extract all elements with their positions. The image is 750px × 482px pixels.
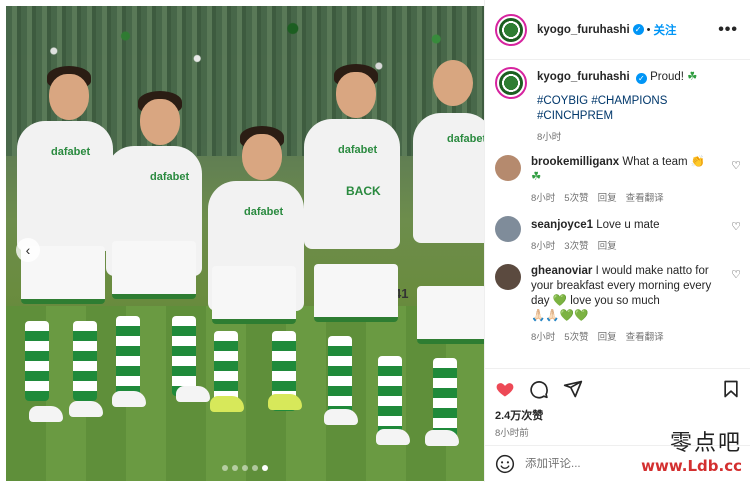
verified-badge-icon: ✓: [632, 24, 644, 35]
sponsor-text: dafabet: [447, 133, 484, 145]
comment-bubble-icon[interactable]: [529, 379, 549, 399]
emoji-smiley-icon[interactable]: [495, 454, 515, 474]
slogan-text: BACK: [346, 184, 381, 198]
comment: seanjoyce1 Love u mate 8小时 3次赞 回复 ♡: [495, 216, 741, 252]
comment-time: 8小时: [531, 332, 556, 343]
comment: brookemilliganx What a team 👏 ☘ 8小时 5次赞 …: [495, 155, 741, 204]
share-send-icon[interactable]: [563, 379, 583, 399]
shamrock-icon: ☘: [687, 71, 698, 83]
carousel-indicator: [6, 465, 484, 471]
carousel-prev-button[interactable]: ‹: [16, 238, 40, 262]
carousel-dot: [232, 465, 238, 471]
comment-time: 8小时: [531, 241, 556, 252]
celtic-logo-icon: [499, 17, 523, 42]
comment-likes[interactable]: 5次赞: [564, 190, 588, 204]
carousel-dot: [222, 465, 228, 471]
comment-username[interactable]: seanjoyce1: [531, 219, 593, 231]
hashtag-link[interactable]: #COYBIG: [537, 95, 588, 107]
post-header: kyogo_furuhashi ✓ • 关注 •••: [485, 0, 750, 60]
comment-like-heart-icon[interactable]: ♡: [731, 268, 741, 281]
avatar[interactable]: [495, 67, 527, 99]
caption-text: Proud!: [650, 71, 684, 83]
player-figure: dafabet 18: [98, 91, 210, 451]
separator-dot: •: [646, 23, 651, 36]
sponsor-text: dafabet: [338, 144, 378, 156]
avatar[interactable]: [495, 13, 527, 46]
post-actions: 2.4万次赞 8小时前: [485, 368, 750, 445]
hashtag-link[interactable]: #CINCHPREM: [537, 110, 613, 122]
comments-list[interactable]: kyogo_furuhashi ✓ Proud! ☘ #COYBIG #CHAM…: [485, 61, 750, 367]
carousel-dot: [252, 465, 258, 471]
translate-button[interactable]: 查看翻译: [626, 329, 664, 343]
comment-username[interactable]: brookemilliganx: [531, 156, 619, 168]
comment-input[interactable]: [525, 458, 665, 470]
hashtag-list: #COYBIG #CHAMPIONS #CINCHPREM: [537, 94, 741, 124]
likes-count[interactable]: 2.4万次赞: [495, 407, 741, 423]
caption: kyogo_furuhashi ✓ Proud! ☘ #COYBIG #CHAM…: [495, 67, 741, 143]
emoji-line: 🙏🏻🙏🏻💚💚: [531, 310, 589, 322]
comment-likes[interactable]: 3次赞: [564, 238, 588, 252]
comment-text: Love u mate: [596, 219, 660, 231]
hashtag-link[interactable]: #CHAMPIONS: [591, 95, 667, 107]
add-comment-bar: [485, 445, 750, 482]
like-heart-icon[interactable]: [495, 379, 515, 399]
more-options-icon[interactable]: •••: [718, 21, 738, 39]
caption-time: 8小时: [537, 132, 562, 143]
post-time: 8小时前: [495, 428, 529, 439]
bookmark-icon[interactable]: [721, 379, 741, 399]
comment-like-heart-icon[interactable]: ♡: [731, 220, 741, 233]
player-figure: dafabet: [204, 126, 314, 446]
avatar[interactable]: [495, 155, 521, 181]
sponsor-text: dafabet: [244, 206, 284, 218]
sponsor-text: dafabet: [150, 171, 190, 183]
carousel-dot: [242, 465, 248, 471]
reply-button[interactable]: 回复: [598, 190, 617, 204]
avatar[interactable]: [495, 216, 521, 242]
translate-button[interactable]: 查看翻译: [626, 190, 664, 204]
verified-badge-icon: ✓: [635, 73, 647, 84]
follow-button[interactable]: 关注: [654, 22, 677, 38]
comment-like-heart-icon[interactable]: ♡: [731, 159, 741, 172]
caption-username[interactable]: kyogo_furuhashi: [537, 71, 630, 83]
sponsor-text: dafabet: [51, 146, 91, 158]
comment-likes[interactable]: 5次赞: [564, 329, 588, 343]
shamrock-icon: ☘: [531, 171, 542, 183]
carousel-dot-active: [262, 465, 268, 471]
player-figure: dafabet: [411, 58, 484, 468]
reply-button[interactable]: 回复: [598, 329, 617, 343]
header-username[interactable]: kyogo_furuhashi: [537, 24, 630, 36]
avatar[interactable]: [495, 264, 521, 290]
celtic-logo-icon: [499, 71, 523, 95]
comment-time: 8小时: [531, 193, 556, 204]
player-figure: dafabet BACK 41: [304, 64, 424, 464]
post-side-panel: kyogo_furuhashi ✓ • 关注 ••• kyogo_furuhas…: [484, 0, 750, 482]
comment: gheanoviar I would make natto for your b…: [495, 264, 741, 343]
comment-username[interactable]: gheanoviar: [531, 265, 592, 277]
chevron-left-icon: ‹: [25, 242, 31, 258]
comment-text: What a team 👏: [622, 156, 706, 168]
post-photo[interactable]: dafabet dafabet 18 dafabet dafabet: [6, 6, 484, 481]
reply-button[interactable]: 回复: [598, 238, 617, 252]
